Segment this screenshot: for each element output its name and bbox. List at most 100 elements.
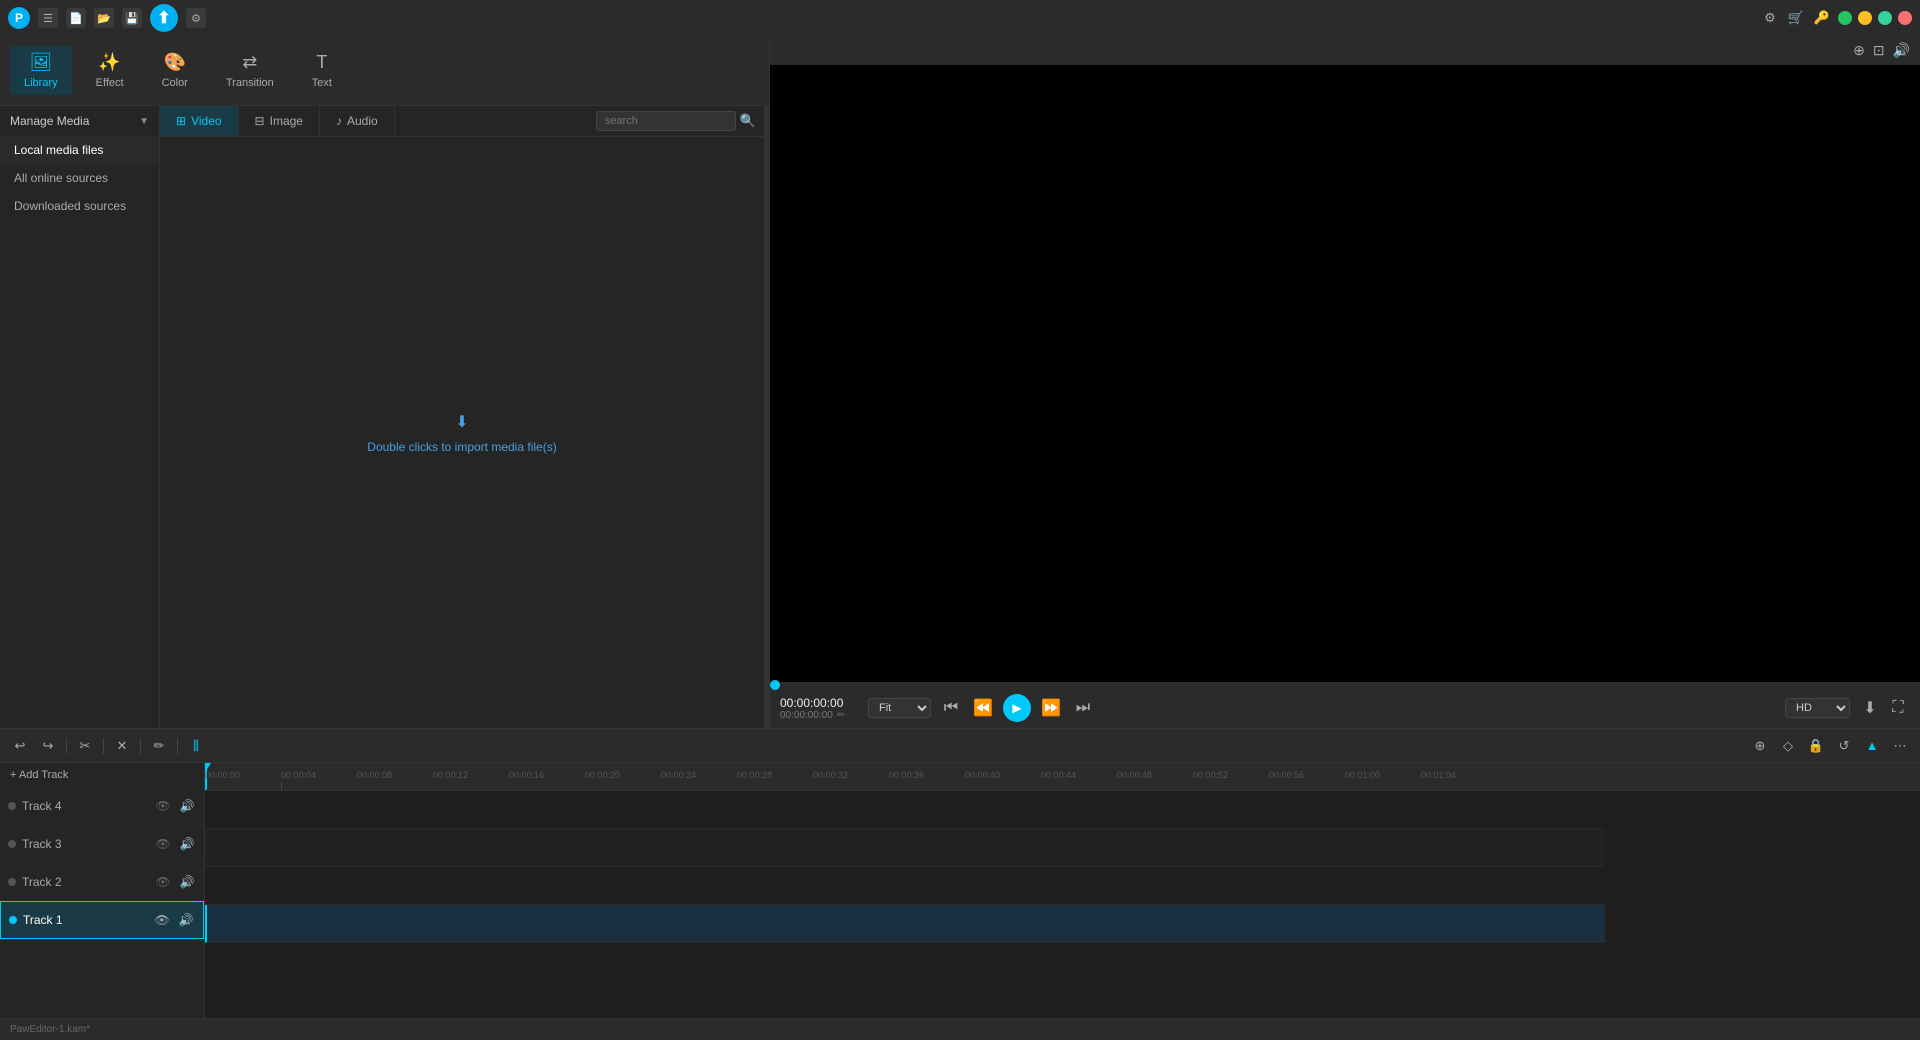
marker-btn[interactable]: ◇ xyxy=(1776,734,1800,758)
maximize-btn[interactable] xyxy=(1878,11,1892,25)
gear-icon-btn[interactable]: ⚙ xyxy=(1760,8,1780,28)
search-input[interactable] xyxy=(596,111,736,131)
status-file-label: PawEditor-1.kam* xyxy=(10,1024,90,1035)
resize-handle[interactable] xyxy=(764,106,769,728)
minimize-btn[interactable] xyxy=(1858,11,1872,25)
fullscreen-btn[interactable]: ⛶ xyxy=(1886,696,1910,720)
table-row xyxy=(205,905,1605,943)
add-track-btn[interactable]: + Add Track xyxy=(0,763,204,787)
media-tab-audio[interactable]: ♪ Audio xyxy=(320,106,395,136)
tab-color[interactable]: 🎨 Color xyxy=(148,46,202,95)
playhead-bar[interactable] xyxy=(770,682,1920,688)
playhead-btn[interactable]: ▲ xyxy=(1860,734,1884,758)
time-display: 00:00:00:00 00:00:00:00 ✏ xyxy=(780,696,860,721)
snap-icon-btn[interactable]: ⊕ xyxy=(1853,42,1865,59)
media-tab-video[interactable]: ⊞ Video xyxy=(160,106,239,136)
timeline-ruler[interactable]: 00:00:00 00:00:04 00:00:08 00:00:12 00:0… xyxy=(205,763,1920,791)
import-icon: ⬇ xyxy=(455,412,468,432)
settings-btn[interactable]: ⚙ xyxy=(186,8,206,28)
table-row xyxy=(205,829,1605,867)
skip-end-btn[interactable]: ⏭ xyxy=(1071,696,1095,720)
ruler-mark-3: 00:00:12 xyxy=(433,770,468,780)
crop-icon-btn[interactable]: ⊡ xyxy=(1873,42,1885,59)
undo-btn[interactable]: ↩ xyxy=(8,734,32,758)
key-icon-btn[interactable]: 🔑 xyxy=(1812,8,1832,28)
playback-controls: 00:00:00:00 00:00:00:00 ✏ Fit 25% 50% 75… xyxy=(770,688,1920,728)
next-frame-btn[interactable]: ⏩ xyxy=(1039,696,1063,720)
volume-icon-btn[interactable]: 🔊 xyxy=(1893,42,1910,59)
cut-btn[interactable]: ✂ xyxy=(73,734,97,758)
search-icon-btn[interactable]: 🔍 xyxy=(740,113,756,129)
track3-name: Track 3 xyxy=(22,837,148,851)
track3-visibility-btn[interactable]: 👁 xyxy=(154,835,172,853)
ruler-marks: 00:00:00 00:00:04 00:00:08 00:00:12 00:0… xyxy=(205,763,1605,790)
sidebar-item-downloaded[interactable]: Downloaded sources xyxy=(0,192,159,220)
video-tab-label: Video xyxy=(191,114,221,128)
track-rows xyxy=(205,791,1920,1018)
track2-visibility-btn[interactable]: 👁 xyxy=(154,873,172,891)
new-btn[interactable]: 📄 xyxy=(66,8,86,28)
delete-btn[interactable]: ✕ xyxy=(110,734,134,758)
track4-visibility-btn[interactable]: 👁 xyxy=(154,797,172,815)
menu-btn[interactable]: ☰ xyxy=(38,8,58,28)
image-tab-icon: ⊟ xyxy=(255,114,265,128)
toolbar-sep-3 xyxy=(140,738,141,754)
manage-media-header[interactable]: Manage Media ▼ xyxy=(0,106,159,136)
track4-audio-btn[interactable]: 🔊 xyxy=(178,797,196,815)
track-headers: + Add Track Track 4 👁 🔊 Track 3 👁 🔊 Trac… xyxy=(0,763,205,1018)
save-btn[interactable]: 💾 xyxy=(122,8,142,28)
drop-zone[interactable]: ⬇ Double clicks to import media file(s) xyxy=(160,137,764,728)
magnet-btn[interactable]: ⊕ xyxy=(1748,734,1772,758)
media-tab-image[interactable]: ⊟ Image xyxy=(239,106,320,136)
ruler-mark-7: 00:00:28 xyxy=(737,770,772,780)
edit-btn[interactable]: ✏ xyxy=(147,734,171,758)
quality-select[interactable]: HD SD 720p 1080p xyxy=(1785,698,1850,718)
play-btn[interactable]: ▶ xyxy=(1003,694,1031,722)
close-btn[interactable] xyxy=(1898,11,1912,25)
tab-text[interactable]: T Text xyxy=(298,46,346,95)
prev-frame-btn[interactable]: ⏪ xyxy=(971,696,995,720)
tab-effect-label: Effect xyxy=(96,77,124,89)
track1-visibility-btn[interactable]: 👁 xyxy=(153,911,171,929)
split-btn[interactable]: ⫼ xyxy=(184,734,208,758)
table-row xyxy=(205,791,1605,829)
right-panel: ⊕ ⊡ 🔊 00:00:00:00 00:00:00:00 ✏ xyxy=(770,36,1920,728)
sidebar-item-online[interactable]: All online sources xyxy=(0,164,159,192)
user-avatar xyxy=(1838,11,1852,25)
left-panel: 🖼 Library ✨ Effect 🎨 Color ⇄ Transition … xyxy=(0,36,770,728)
tab-effect[interactable]: ✨ Effect xyxy=(82,46,138,95)
tab-library[interactable]: 🖼 Library xyxy=(10,46,72,95)
ruler-mark-15: 00:01:00 xyxy=(1345,770,1380,780)
main-area: 🖼 Library ✨ Effect 🎨 Color ⇄ Transition … xyxy=(0,36,1920,728)
track3-dot xyxy=(8,840,16,848)
online-sources-label: All online sources xyxy=(14,171,108,185)
tab-transition[interactable]: ⇄ Transition xyxy=(212,46,288,95)
open-btn[interactable]: 📂 xyxy=(94,8,114,28)
more-options-btn[interactable]: ⋯ xyxy=(1888,734,1912,758)
upload-btn[interactable]: ⬆ xyxy=(150,4,178,32)
cart-icon-btn[interactable]: 🛒 xyxy=(1786,8,1806,28)
preview-toolbar: ⊕ ⊡ 🔊 xyxy=(770,36,1920,65)
tab-library-label: Library xyxy=(24,77,58,89)
track3-audio-btn[interactable]: 🔊 xyxy=(178,835,196,853)
title-bar-left: P ☰ 📄 📂 💾 ⬆ ⚙ xyxy=(8,4,206,32)
fit-select[interactable]: Fit 25% 50% 75% 100% xyxy=(868,698,931,718)
toolbar-sep-4 xyxy=(177,738,178,754)
add-track-label: + Add Track xyxy=(10,769,68,781)
redo-btn[interactable]: ↪ xyxy=(36,734,60,758)
skip-start-btn[interactable]: ⏮ xyxy=(939,696,963,720)
expand-icon-btn[interactable]: ⬇ xyxy=(1858,696,1882,720)
loop-btn[interactable]: ↺ xyxy=(1832,734,1856,758)
time-edit-btn[interactable]: ✏ xyxy=(837,710,845,721)
transition-icon: ⇄ xyxy=(242,52,257,73)
app-icon: P xyxy=(8,7,30,29)
track4-dot xyxy=(8,802,16,810)
sidebar-item-local[interactable]: Local media files xyxy=(0,136,159,164)
ruler-mark-16: 00:01:04 xyxy=(1421,770,1456,780)
track2-audio-btn[interactable]: 🔊 xyxy=(178,873,196,891)
ruler-mark-12: 00:00:48 xyxy=(1117,770,1152,780)
manage-media-label: Manage Media xyxy=(10,114,89,128)
lock-btn[interactable]: 🔒 xyxy=(1804,734,1828,758)
track1-audio-btn[interactable]: 🔊 xyxy=(177,911,195,929)
preview-area: ⊕ ⊡ 🔊 00:00:00:00 00:00:00:00 ✏ xyxy=(770,36,1920,728)
